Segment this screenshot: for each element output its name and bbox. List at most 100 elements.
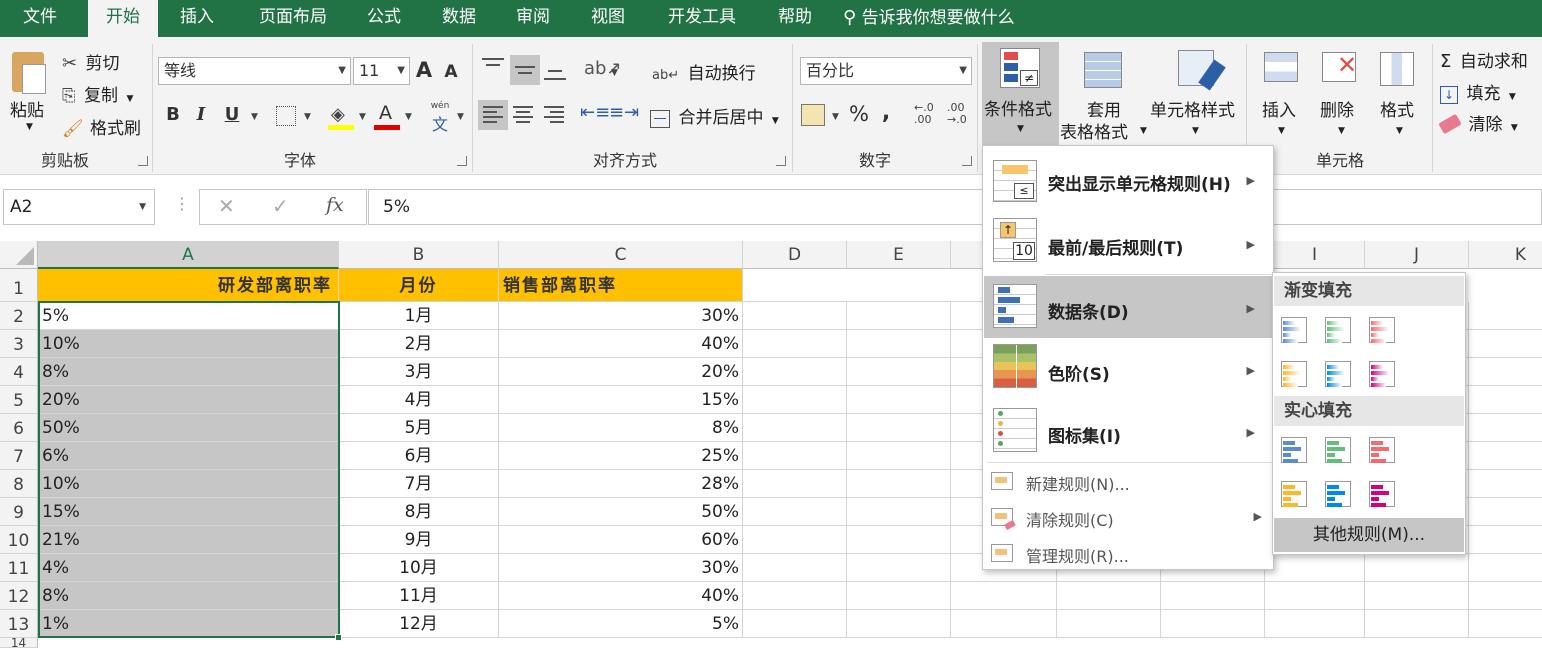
row-header[interactable]: 4 <box>0 358 38 386</box>
cell-c[interactable]: 40% <box>499 330 743 358</box>
font-name-combo[interactable]: 等线 ▼ <box>158 57 351 85</box>
fill-handle[interactable] <box>335 634 342 641</box>
fill-button[interactable]: ↓ 填充 ▼ <box>1440 79 1516 104</box>
menu-item-data-bars[interactable]: 数据条(D) ▶ <box>984 276 1273 338</box>
empty-cell[interactable] <box>1365 610 1469 638</box>
insert-function-icon[interactable]: fx <box>326 194 344 216</box>
cut-button[interactable]: ✂ 剪切 <box>62 49 120 74</box>
cell-c[interactable]: 15% <box>499 386 743 414</box>
gradient-data-bar-option-icon[interactable] <box>1325 361 1351 387</box>
header-cell-b[interactable]: 月份 <box>339 269 499 302</box>
row-header[interactable]: 12 <box>0 582 38 610</box>
empty-cell[interactable] <box>1469 610 1542 638</box>
solid-data-bar-option-icon[interactable] <box>1325 481 1351 507</box>
more-rules-button[interactable]: 其他规则(M)... <box>1274 518 1464 552</box>
row-header[interactable]: 6 <box>0 414 38 442</box>
empty-cell[interactable] <box>951 582 1057 610</box>
gradient-data-bar-option-icon[interactable] <box>1369 361 1395 387</box>
empty-cell[interactable] <box>1265 554 1365 582</box>
chevron-down-icon[interactable]: ▼ <box>251 112 258 122</box>
decrease-indent-icon[interactable]: ⇤≡ <box>580 102 610 123</box>
row-header[interactable]: 10 <box>0 526 38 554</box>
empty-cell[interactable] <box>847 386 951 414</box>
solid-data-bar-option-icon[interactable] <box>1281 481 1307 507</box>
empty-cell[interactable] <box>847 554 951 582</box>
row-header-14[interactable]: 14 <box>0 638 38 648</box>
column-header-e[interactable]: E <box>847 241 951 269</box>
header-cell-a[interactable]: 研发部离职率 <box>38 269 339 302</box>
italic-button[interactable]: I <box>193 104 209 125</box>
bold-button[interactable]: B <box>163 104 183 125</box>
tab-help[interactable]: 帮助 <box>765 0 825 37</box>
format-as-table-button[interactable]: 套用 表格格式 ▼ <box>1060 46 1150 144</box>
row-header[interactable]: 7 <box>0 442 38 470</box>
row-header[interactable]: 8 <box>0 470 38 498</box>
cell-c[interactable]: 60% <box>499 526 743 554</box>
formula-input[interactable]: 5% <box>368 189 1542 225</box>
column-header-d[interactable]: D <box>743 241 847 269</box>
clear-button[interactable]: 清除 ▼ <box>1438 110 1518 135</box>
empty-cell[interactable] <box>847 610 951 638</box>
empty-cell[interactable] <box>847 442 951 470</box>
cell-b[interactable]: 5月 <box>339 414 499 442</box>
empty-cell[interactable] <box>847 330 951 358</box>
solid-data-bar-option-icon[interactable] <box>1325 437 1351 463</box>
empty-cell[interactable] <box>1265 582 1365 610</box>
fill-color-icon[interactable]: ◈ <box>328 102 354 130</box>
dialog-launcher-icon[interactable] <box>457 156 467 166</box>
paste-button[interactable]: 粘贴 ▼ <box>6 46 54 138</box>
menu-item-manage-rules[interactable]: 管理规则(R)... <box>991 540 1271 568</box>
row-header[interactable]: 13 <box>0 610 38 638</box>
chevron-down-icon[interactable]: ▼ <box>405 112 412 122</box>
autosum-button[interactable]: Σ 自动求和 <box>1440 47 1528 72</box>
underline-button[interactable]: U <box>222 104 242 125</box>
dialog-launcher-icon[interactable] <box>776 156 786 166</box>
empty-cell[interactable] <box>1469 470 1542 498</box>
copy-button[interactable]: ⎘ 复制 ▼ <box>62 81 133 106</box>
empty-cell[interactable] <box>743 302 847 330</box>
row-header[interactable]: 2 <box>0 302 38 330</box>
empty-cell[interactable] <box>1469 582 1542 610</box>
cell-b[interactable]: 7月 <box>339 470 499 498</box>
column-header-j[interactable]: J <box>1365 241 1469 269</box>
chevron-down-icon[interactable]: ▼ <box>611 68 618 78</box>
increase-decimal-icon[interactable]: ←.0.00 <box>914 102 934 126</box>
tell-me-box[interactable]: ⚲ 告诉我你想要做什么 <box>843 0 1043 37</box>
cell-b[interactable]: 6月 <box>339 442 499 470</box>
empty-cell[interactable] <box>743 442 847 470</box>
tab-developer[interactable]: 开发工具 <box>655 0 749 37</box>
chevron-down-icon[interactable]: ▼ <box>359 112 366 122</box>
empty-cell[interactable] <box>847 526 951 554</box>
solid-data-bar-option-icon[interactable] <box>1369 437 1395 463</box>
empty-cell-d1[interactable] <box>743 269 983 302</box>
empty-cell[interactable] <box>1365 554 1469 582</box>
tab-file[interactable]: 文件 <box>0 0 80 37</box>
menu-item-top-bottom-rules[interactable]: ↑ 10 最前/最后规则(T) ▶ <box>984 212 1273 274</box>
chevron-down-icon[interactable]: ▼ <box>457 112 464 122</box>
empty-cell[interactable] <box>847 582 951 610</box>
column-header-c[interactable]: C <box>499 241 743 269</box>
empty-cell[interactable] <box>1161 582 1265 610</box>
tab-view[interactable]: 视图 <box>577 0 639 37</box>
align-center-icon[interactable] <box>513 106 535 128</box>
empty-cell[interactable] <box>847 358 951 386</box>
grow-font-button[interactable]: A <box>414 58 434 82</box>
number-format-combo[interactable]: 百分比 ▼ <box>800 57 972 85</box>
empty-cell[interactable] <box>743 554 847 582</box>
cell-c[interactable]: 30% <box>499 302 743 330</box>
row-header[interactable]: 9 <box>0 498 38 526</box>
more-options-icon[interactable]: ⋮ <box>174 194 190 213</box>
select-all-corner[interactable] <box>0 241 38 269</box>
chevron-down-icon[interactable]: ▼ <box>304 112 311 122</box>
tab-data[interactable]: 数据 <box>428 0 490 37</box>
column-header-b[interactable]: B <box>339 241 499 269</box>
cell-c[interactable]: 20% <box>499 358 743 386</box>
empty-cell[interactable] <box>847 498 951 526</box>
cell-c[interactable]: 30% <box>499 554 743 582</box>
accounting-format-icon[interactable] <box>801 104 825 126</box>
column-header-k[interactable]: K <box>1469 241 1542 269</box>
menu-item-icon-sets[interactable]: 图标集(I) ▶ <box>984 400 1273 462</box>
chevron-down-icon[interactable]: ▼ <box>832 112 839 122</box>
cell-b[interactable]: 10月 <box>339 554 499 582</box>
solid-data-bar-option-icon[interactable] <box>1281 437 1307 463</box>
